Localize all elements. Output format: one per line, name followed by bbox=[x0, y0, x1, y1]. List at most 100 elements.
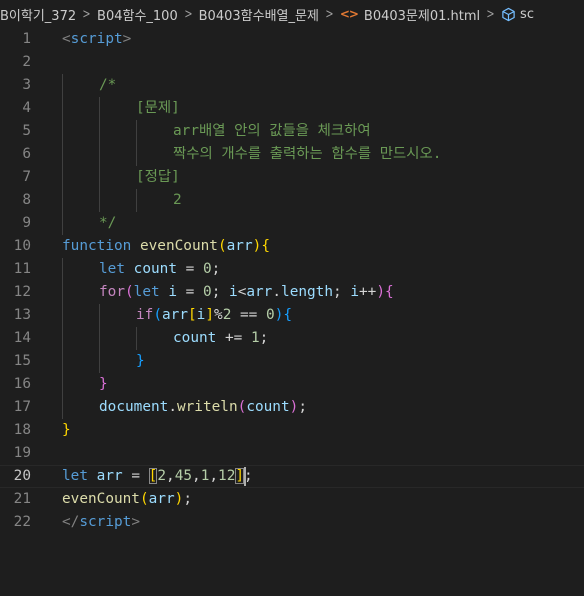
code-token: 1 bbox=[250, 330, 260, 346]
breadcrumb-item[interactable]: B0403함수배열_문제 bbox=[199, 5, 319, 24]
code-text: } bbox=[62, 419, 71, 442]
code-token: 2 bbox=[173, 192, 182, 208]
code-line[interactable]: 9 */ bbox=[0, 212, 584, 235]
code-line[interactable]: 12 for(let i = 0; i<arr.length; i++){ bbox=[0, 281, 584, 304]
code-token: ++ bbox=[359, 284, 377, 300]
code-token: == bbox=[231, 307, 267, 323]
code-line[interactable]: 16} bbox=[0, 373, 584, 396]
code-line[interactable]: 11 let count = 0; bbox=[0, 258, 584, 281]
html-icon: <> bbox=[339, 7, 359, 21]
breadcrumb-label: sc bbox=[520, 6, 534, 22]
code-line[interactable]: 5 arr배열 안의 값들을 체크하여 bbox=[0, 120, 584, 143]
code-token: ( bbox=[153, 307, 162, 323]
code-line[interactable]: 82 bbox=[0, 189, 584, 212]
code-token: 0 bbox=[203, 284, 212, 300]
code-line[interactable]: 3 /* bbox=[0, 74, 584, 97]
code-editor[interactable]: 1 <script> 2 3/* 4 [문제] 5 arr배열 안의 값들을 체크하여 6 짝수의… bbox=[0, 28, 584, 596]
code-token: = bbox=[177, 284, 204, 300]
code-token: } bbox=[136, 353, 145, 369]
code-token: . bbox=[272, 284, 282, 300]
code-token: length bbox=[281, 284, 334, 300]
code-text: [문제] bbox=[136, 97, 180, 120]
line-number: 5 bbox=[22, 123, 31, 139]
line-number: 10 bbox=[13, 238, 31, 254]
line-number: 11 bbox=[13, 261, 31, 277]
code-line[interactable]: 20 let arr = [2,45,1,12]; bbox=[0, 465, 584, 488]
code-token: > bbox=[122, 31, 132, 47]
code-token: = bbox=[177, 261, 203, 277]
code-text: for(let i = 0; i<arr.length; i++){ bbox=[99, 281, 394, 304]
line-number: 4 bbox=[22, 100, 31, 116]
code-token: document bbox=[99, 399, 169, 415]
code-text: 2 bbox=[173, 189, 182, 212]
code-token: 12 bbox=[218, 468, 236, 484]
code-text: document.writeln(count); bbox=[99, 396, 307, 419]
code-line[interactable]: 10 function evenCount(arr){ bbox=[0, 235, 584, 258]
code-line[interactable]: 4 [문제] bbox=[0, 97, 584, 120]
code-token: let bbox=[62, 468, 88, 484]
line-number: 18 bbox=[13, 422, 31, 438]
line-number: 1 bbox=[22, 31, 31, 47]
code-line[interactable]: 13 if(arr[i]%2 == 0){ bbox=[0, 304, 584, 327]
code-token: ; bbox=[211, 284, 230, 300]
indent-guide bbox=[62, 74, 63, 235]
breadcrumb-item[interactable]: <> B0403문제01.html bbox=[340, 5, 480, 24]
code-token: evenCount bbox=[62, 491, 140, 507]
code-line[interactable]: 7 [정답] bbox=[0, 166, 584, 189]
code-text: function evenCount(arr){ bbox=[62, 235, 270, 258]
line-number: 13 bbox=[13, 307, 31, 323]
code-token: ( bbox=[139, 491, 149, 507]
line-number: 20 bbox=[13, 468, 31, 484]
code-token: % bbox=[214, 307, 223, 323]
code-token: let bbox=[133, 284, 160, 300]
code-token: 0 bbox=[203, 261, 212, 277]
code-line[interactable]: 22 </script> bbox=[0, 511, 584, 534]
code-token: , bbox=[209, 468, 219, 484]
code-token: < bbox=[62, 31, 71, 47]
code-token: > bbox=[131, 514, 140, 530]
chevron-right-icon: > bbox=[486, 6, 495, 22]
code-token: ( bbox=[217, 238, 227, 254]
code-token: ( bbox=[125, 284, 134, 300]
code-token: evenCount bbox=[139, 238, 218, 254]
code-token: 짝수의 개수를 출력하는 함수를 만드시오. bbox=[173, 146, 442, 162]
code-token: 2 bbox=[157, 468, 167, 484]
indent-guide bbox=[136, 189, 137, 212]
breadcrumb-label: B0403함수배열_문제 bbox=[198, 8, 319, 24]
code-token: ] bbox=[235, 468, 245, 484]
breadcrumb-item[interactable]: sc bbox=[501, 7, 534, 22]
code-text: /* bbox=[99, 74, 116, 97]
indent-guide bbox=[62, 258, 63, 419]
code-text: [정답] bbox=[136, 166, 180, 189]
code-token: */ bbox=[99, 215, 117, 231]
line-number: 19 bbox=[13, 445, 31, 461]
code-line[interactable]: 19 bbox=[0, 442, 584, 465]
code-line[interactable]: 6 짝수의 개수를 출력하는 함수를 만드시오. bbox=[0, 143, 584, 166]
line-number: 9 bbox=[22, 215, 31, 231]
code-token: arr bbox=[162, 307, 188, 323]
code-text: let arr = [2,45,1,12]; bbox=[62, 465, 253, 488]
code-token: i bbox=[350, 284, 360, 300]
code-token: } bbox=[99, 376, 108, 392]
indent-guide bbox=[136, 327, 137, 350]
code-line[interactable]: 15} bbox=[0, 350, 584, 373]
code-line[interactable]: 1 <script> bbox=[0, 28, 584, 51]
indent-guide bbox=[136, 120, 137, 166]
breadcrumb-item[interactable]: B이학기_372 bbox=[0, 5, 76, 24]
code-text: 짝수의 개수를 출력하는 함수를 만드시오. bbox=[173, 143, 441, 166]
code-token: [ bbox=[188, 307, 197, 323]
code-text: <script> bbox=[62, 28, 131, 51]
code-text: </script> bbox=[62, 511, 140, 534]
line-number: 16 bbox=[13, 376, 31, 392]
code-text: if(arr[i]%2 == 0){ bbox=[136, 304, 292, 327]
code-line[interactable]: 18} bbox=[0, 419, 584, 442]
code-token: let bbox=[99, 261, 125, 277]
code-token: i bbox=[229, 284, 238, 300]
code-token: arr bbox=[148, 491, 175, 507]
code-line[interactable]: 21 evenCount(arr); bbox=[0, 488, 584, 511]
code-line[interactable]: 2 bbox=[0, 51, 584, 74]
breadcrumb-item[interactable]: B04함수_100 bbox=[97, 5, 178, 24]
code-line[interactable]: 17 document.writeln(count); bbox=[0, 396, 584, 419]
code-token: function bbox=[62, 238, 132, 254]
code-line[interactable]: 14 count += 1; bbox=[0, 327, 584, 350]
